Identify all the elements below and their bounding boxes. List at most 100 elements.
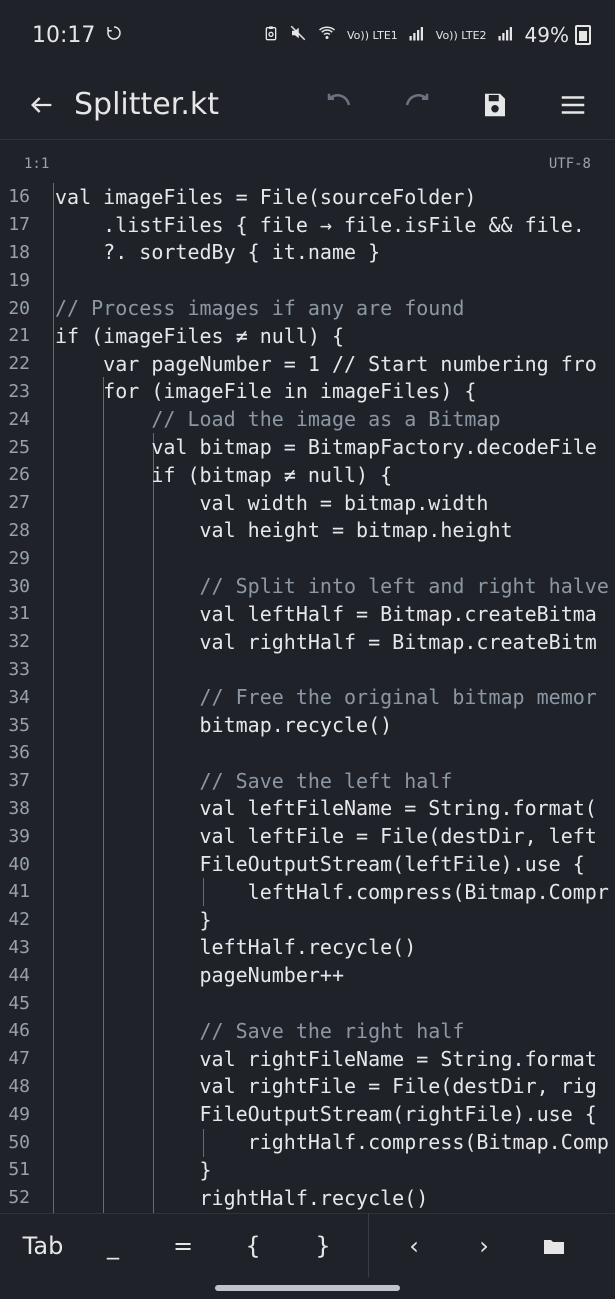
line-number: 38 — [8, 797, 30, 819]
menu-icon — [561, 95, 585, 114]
code-text: val height = bitmap.height — [55, 518, 513, 543]
chevron-right-icon: › — [479, 1231, 489, 1260]
code-line[interactable]: 43 leftHalf.recycle() — [0, 934, 615, 962]
line-number: 34 — [8, 686, 30, 708]
code-line[interactable]: 30 // Split into left and right halve — [0, 572, 615, 600]
status-time: 10:17 — [32, 22, 96, 48]
code-line[interactable]: 47 val rightFileName = String.format — [0, 1045, 615, 1073]
code-line[interactable]: 24 // Load the image as a Bitmap — [0, 405, 615, 433]
code-line[interactable]: 17 .listFiles { file → file.isFile && fi… — [0, 211, 615, 239]
cursor-right-button[interactable]: › — [449, 1214, 519, 1278]
code-line[interactable]: 46 // Save the right half — [0, 1017, 615, 1045]
back-arrow-icon — [31, 96, 52, 113]
code-line[interactable]: 52 rightHalf.recycle() — [0, 1184, 615, 1212]
menu-button[interactable] — [553, 85, 593, 125]
signal-2-icon — [497, 23, 515, 47]
code-text: if (imageFiles ≠ null) { — [55, 323, 344, 348]
code-line[interactable]: 21 if (imageFiles ≠ null) { — [0, 322, 615, 350]
toolbar-separator — [368, 1213, 369, 1278]
code-line[interactable]: 49 FileOutputStream(rightFile).use { — [0, 1100, 615, 1128]
code-text: } — [55, 907, 212, 932]
code-text: // Load the image as a Bitmap — [55, 407, 501, 432]
line-number: 25 — [8, 436, 30, 458]
code-line[interactable]: 37 // Save the left half — [0, 767, 615, 795]
code-text: if (bitmap ≠ null) { — [55, 462, 393, 487]
code-line[interactable]: 20 // Process images if any are found — [0, 294, 615, 322]
code-line[interactable]: 28 val height = bitmap.height — [0, 517, 615, 545]
code-text: // Free the original bitmap memor — [55, 685, 597, 710]
line-number: 42 — [8, 909, 30, 931]
signal-1-icon — [408, 23, 426, 47]
code-text: bitmap.recycle() — [55, 713, 393, 738]
code-line[interactable]: 48 val rightFile = File(destDir, rig — [0, 1073, 615, 1101]
code-line[interactable]: 27 val width = bitmap.width — [0, 489, 615, 517]
code-line[interactable]: 39 val leftFile = File(destDir, left — [0, 822, 615, 850]
code-line[interactable]: 36 — [0, 739, 615, 767]
line-number: 20 — [8, 297, 30, 319]
equals-key-button[interactable]: = — [148, 1214, 218, 1278]
line-number: 50 — [8, 1131, 30, 1153]
code-line[interactable]: 51 } — [0, 1156, 615, 1184]
cursor-left-button[interactable]: ‹ — [379, 1214, 449, 1278]
home-indicator[interactable] — [215, 1285, 400, 1291]
code-text: FileOutputStream(rightFile).use { — [55, 1102, 597, 1127]
line-number: 37 — [8, 770, 30, 792]
sim2-label: Vo)) LTE2 — [435, 28, 487, 42]
code-line[interactable]: 50 rightHalf.compress(Bitmap.Comp — [0, 1128, 615, 1156]
redo-icon — [405, 93, 429, 105]
line-number: 17 — [8, 214, 30, 236]
underscore-key-button[interactable]: _ — [78, 1214, 148, 1278]
code-line[interactable]: 18 ?. sortedBy { it.name } — [0, 239, 615, 267]
save-button[interactable] — [475, 85, 515, 125]
code-text: leftHalf.compress(Bitmap.Compr — [55, 879, 609, 904]
line-number: 23 — [8, 380, 30, 402]
line-number: 36 — [8, 742, 30, 764]
code-line[interactable]: 41 leftHalf.compress(Bitmap.Compr — [0, 878, 615, 906]
line-number: 47 — [8, 1048, 30, 1070]
code-line[interactable]: 35 bitmap.recycle() — [0, 711, 615, 739]
right-brace-key-button[interactable]: } — [288, 1214, 358, 1278]
code-line[interactable]: 44 pageNumber++ — [0, 961, 615, 989]
line-number: 46 — [8, 1020, 30, 1042]
code-line[interactable]: 16 val imageFiles = File(sourceFolder) — [0, 183, 615, 211]
code-text: // Save the right half — [55, 1018, 465, 1043]
code-text: val bitmap = BitmapFactory.decodeFile — [55, 435, 597, 460]
code-line[interactable]: 26 if (bitmap ≠ null) { — [0, 461, 615, 489]
tab-key-button[interactable]: Tab — [8, 1214, 78, 1278]
code-editor[interactable]: 16 val imageFiles = File(sourceFolder) 1… — [0, 183, 615, 1213]
code-text: FileOutputStream(leftFile).use { — [55, 852, 597, 877]
back-button[interactable] — [22, 85, 62, 125]
code-line[interactable]: 40 FileOutputStream(leftFile).use { — [0, 850, 615, 878]
open-folder-button[interactable] — [519, 1214, 589, 1278]
code-text: // Save the left half — [55, 768, 453, 793]
code-line[interactable]: 31 val leftHalf = Bitmap.createBitma — [0, 600, 615, 628]
left-brace-key-label: { — [245, 1231, 261, 1260]
code-line[interactable]: 25 val bitmap = BitmapFactory.decodeFile — [0, 433, 615, 461]
encoding-label: UTF-8 — [548, 156, 591, 172]
code-line[interactable]: 29 — [0, 544, 615, 572]
redo-button[interactable] — [397, 85, 437, 125]
editor-info-bar: 1:1 UTF-8 — [0, 145, 615, 183]
line-number: 40 — [8, 853, 30, 875]
code-line[interactable]: 33 — [0, 656, 615, 684]
sync-icon — [105, 23, 123, 48]
home-bar — [0, 1277, 615, 1299]
code-text: rightHalf.compress(Bitmap.Comp — [55, 1130, 609, 1155]
battery-percentage: 49% — [524, 23, 569, 47]
line-number: 30 — [8, 575, 30, 597]
code-line[interactable]: 34 // Free the original bitmap memor — [0, 683, 615, 711]
code-line[interactable]: 22 var pageNumber = 1 // Start numbering… — [0, 350, 615, 378]
left-brace-key-button[interactable]: { — [218, 1214, 288, 1278]
line-number: 45 — [8, 992, 30, 1014]
code-line[interactable]: 42 } — [0, 906, 615, 934]
file-title: Splitter.kt — [74, 87, 219, 122]
undo-button[interactable] — [319, 85, 359, 125]
code-line[interactable]: 23 for (imageFile in imageFiles) { — [0, 378, 615, 406]
code-line[interactable]: 19 — [0, 266, 615, 294]
code-line[interactable]: 32 val rightHalf = Bitmap.createBitm — [0, 628, 615, 656]
app-bar: Splitter.kt — [0, 70, 615, 140]
code-line[interactable]: 38 val leftFileName = String.format( — [0, 795, 615, 823]
line-number: 33 — [8, 658, 30, 680]
code-line[interactable]: 45 — [0, 989, 615, 1017]
line-number: 51 — [8, 1159, 30, 1181]
